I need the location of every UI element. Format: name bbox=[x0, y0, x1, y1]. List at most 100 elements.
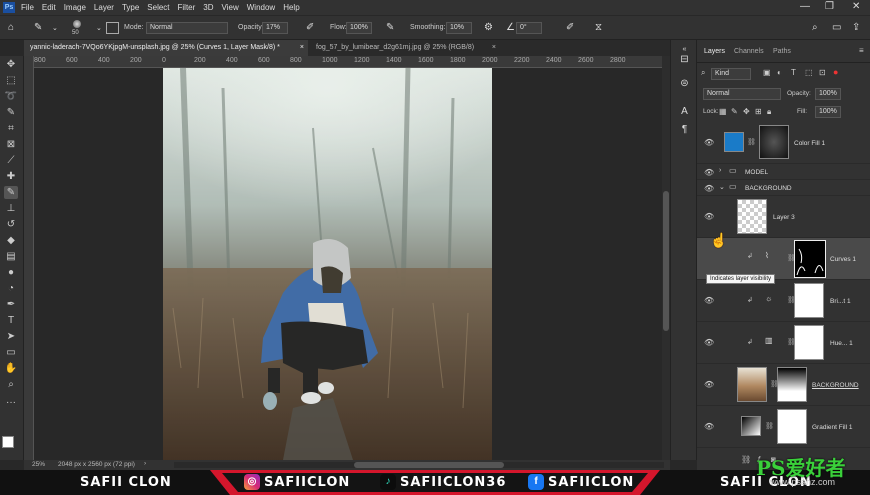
layer-name[interactable]: Color Fill 1 bbox=[794, 140, 825, 147]
menu-layer[interactable]: Layer bbox=[94, 3, 114, 12]
menu-file[interactable]: File bbox=[21, 3, 34, 12]
filter-adjustment-icon[interactable]: ◐ bbox=[777, 68, 782, 77]
lock-all-icon[interactable]: 🔒︎ bbox=[767, 107, 771, 117]
airbrush-icon[interactable]: ✎ bbox=[386, 22, 394, 33]
brush-preset-icon[interactable]: ✎ bbox=[34, 22, 42, 33]
chevron-down-icon[interactable]: ⌄ bbox=[96, 24, 102, 32]
layer-name[interactable]: Gradient Fill 1 bbox=[812, 424, 852, 431]
menu-type[interactable]: Type bbox=[122, 3, 139, 12]
layer-name[interactable]: Layer 3 bbox=[773, 214, 795, 221]
layer-row-gradient-fill[interactable]: 👁︎ ⛓︎ Gradient Fill 1 bbox=[697, 406, 870, 448]
gradient-tool-icon[interactable]: ▤ bbox=[4, 250, 18, 263]
layer-name[interactable]: BACKGROUND bbox=[812, 382, 859, 389]
menu-view[interactable]: View bbox=[222, 3, 239, 12]
workspace-icon[interactable]: ▭ bbox=[832, 22, 841, 33]
search-icon[interactable]: ⌕ bbox=[812, 22, 818, 33]
foreground-color-swatch[interactable] bbox=[2, 436, 14, 448]
hand-tool-icon[interactable]: ✋ bbox=[4, 362, 18, 375]
crop-tool-icon[interactable]: ⌗ bbox=[4, 122, 18, 135]
pressure-opacity-icon[interactable]: ✐ bbox=[306, 22, 314, 33]
close-tab-icon[interactable]: × bbox=[300, 40, 304, 56]
filter-type-icon[interactable]: T bbox=[791, 68, 796, 77]
layer-row-background-image[interactable]: 👁︎ ⛓︎ BACKGROUND bbox=[697, 364, 870, 406]
layer-row-group-model[interactable]: 👁︎ › ▭ MODEL bbox=[697, 164, 870, 180]
gear-icon[interactable]: ⚙ bbox=[484, 22, 493, 33]
tab-layers[interactable]: Layers bbox=[704, 48, 725, 55]
history-icon[interactable]: ⊟ bbox=[678, 54, 691, 67]
brush-tool-icon[interactable]: ✎ bbox=[4, 186, 18, 199]
quick-select-tool-icon[interactable]: ✎ bbox=[4, 106, 18, 119]
zoom-tool-icon[interactable]: ⌕ bbox=[4, 378, 18, 391]
home-icon[interactable]: ⌂ bbox=[8, 22, 14, 33]
smoothing-field[interactable]: 10% bbox=[446, 22, 472, 34]
chevron-down-icon[interactable]: ⌄ bbox=[719, 183, 725, 191]
layer-name[interactable]: Curves 1 bbox=[830, 256, 856, 263]
filter-kind-select[interactable]: Kind bbox=[711, 68, 751, 80]
tab-document-1[interactable]: yannic-laderach-7VQo6YKjpgM-unsplash.jpg… bbox=[24, 40, 308, 56]
tab-document-2[interactable]: fog_57_by_lumibear_d2g61mj.jpg @ 25% (RG… bbox=[310, 40, 500, 56]
eye-icon[interactable]: 👁︎ bbox=[704, 168, 714, 177]
layer-opacity-field[interactable]: 100% bbox=[815, 88, 841, 100]
rectangle-tool-icon[interactable]: ▭ bbox=[4, 346, 18, 359]
marquee-tool-icon[interactable]: ⬚ bbox=[4, 74, 18, 87]
history-brush-tool-icon[interactable]: ↺ bbox=[4, 218, 18, 231]
mode-select[interactable]: Normal bbox=[146, 22, 228, 34]
scrollbar-thumb[interactable] bbox=[663, 191, 669, 331]
chevron-down-icon[interactable]: ⌄ bbox=[52, 24, 58, 32]
eyedropper-tool-icon[interactable]: ⟋ bbox=[4, 154, 18, 167]
flow-field[interactable]: 100% bbox=[346, 22, 372, 34]
angle-field[interactable]: 0° bbox=[516, 22, 542, 34]
menu-image[interactable]: Image bbox=[64, 3, 86, 12]
eye-icon[interactable]: 👁︎ bbox=[704, 338, 714, 347]
lasso-tool-icon[interactable]: ➰ bbox=[4, 90, 18, 103]
brush-settings-icon[interactable] bbox=[106, 22, 119, 34]
document-image[interactable] bbox=[163, 68, 492, 460]
dodge-tool-icon[interactable]: ◔ bbox=[4, 282, 18, 295]
filter-toggle-icon[interactable]: ● bbox=[833, 67, 838, 77]
link-icon[interactable]: ⛓︎ bbox=[765, 422, 774, 430]
layer-row-hue-saturation[interactable]: 👁︎ ↲ ▥ ⛓︎ Hue... 1 bbox=[697, 322, 870, 364]
adjustments-icon[interactable]: ⊜ bbox=[678, 78, 691, 91]
path-select-tool-icon[interactable]: ➤ bbox=[4, 330, 18, 343]
close-button[interactable]: ✕ bbox=[852, 1, 860, 12]
lock-pixels-icon[interactable]: ✎ bbox=[731, 107, 738, 116]
eye-icon[interactable]: 👁︎ bbox=[704, 212, 714, 221]
eraser-tool-icon[interactable]: ◆ bbox=[4, 234, 18, 247]
minimize-button[interactable]: — bbox=[800, 1, 810, 12]
blend-mode-select[interactable]: Normal bbox=[703, 88, 781, 100]
chevron-right-icon[interactable]: › bbox=[719, 167, 721, 174]
zoom-level[interactable]: 25% bbox=[32, 461, 45, 468]
chevron-right-icon[interactable]: › bbox=[144, 460, 146, 467]
layer-name[interactable]: BACKGROUND bbox=[745, 185, 792, 192]
lock-artboard-icon[interactable]: ⊞ bbox=[755, 107, 762, 116]
blur-tool-icon[interactable]: ● bbox=[4, 266, 18, 279]
close-tab-icon[interactable]: × bbox=[492, 40, 496, 56]
brush-size-picker[interactable]: 50 bbox=[68, 19, 86, 37]
filter-shape-icon[interactable]: ⬚ bbox=[805, 68, 813, 77]
layer-row-color-fill[interactable]: 👁︎ ⛓︎ Color Fill 1 bbox=[697, 122, 870, 164]
share-icon[interactable]: ⇪ bbox=[852, 22, 860, 33]
link-icon[interactable]: ⛓︎ bbox=[747, 138, 756, 146]
menu-3d[interactable]: 3D bbox=[203, 3, 213, 12]
eye-icon[interactable]: 👁︎ bbox=[704, 184, 714, 193]
clone-stamp-tool-icon[interactable]: ⊥ bbox=[4, 202, 18, 215]
opacity-field[interactable]: 17% bbox=[262, 22, 288, 34]
healing-tool-icon[interactable]: ✚ bbox=[4, 170, 18, 183]
filter-pixel-icon[interactable]: ▣ bbox=[763, 68, 771, 77]
paragraph-icon[interactable]: ¶ bbox=[678, 124, 691, 137]
horizontal-scrollbar[interactable] bbox=[174, 462, 664, 468]
lock-position-icon[interactable]: ✥ bbox=[743, 107, 750, 116]
eye-icon[interactable]: 👁︎ bbox=[704, 296, 714, 305]
eye-icon[interactable]: 👁︎ bbox=[704, 138, 714, 147]
more-tools-icon[interactable]: ··· bbox=[4, 396, 18, 409]
link-layers-icon[interactable]: ⛓︎ bbox=[741, 455, 751, 464]
scrollbar-thumb[interactable] bbox=[354, 462, 504, 468]
lock-transparency-icon[interactable]: ▦ bbox=[719, 107, 727, 116]
menu-filter[interactable]: Filter bbox=[178, 3, 196, 12]
pen-tool-icon[interactable]: ✒ bbox=[4, 298, 18, 311]
menu-edit[interactable]: Edit bbox=[42, 3, 56, 12]
eye-icon[interactable]: 👁︎ bbox=[704, 422, 714, 431]
tab-channels[interactable]: Channels bbox=[734, 48, 764, 55]
vertical-scrollbar[interactable] bbox=[662, 56, 670, 460]
character-icon[interactable]: A bbox=[678, 106, 691, 119]
